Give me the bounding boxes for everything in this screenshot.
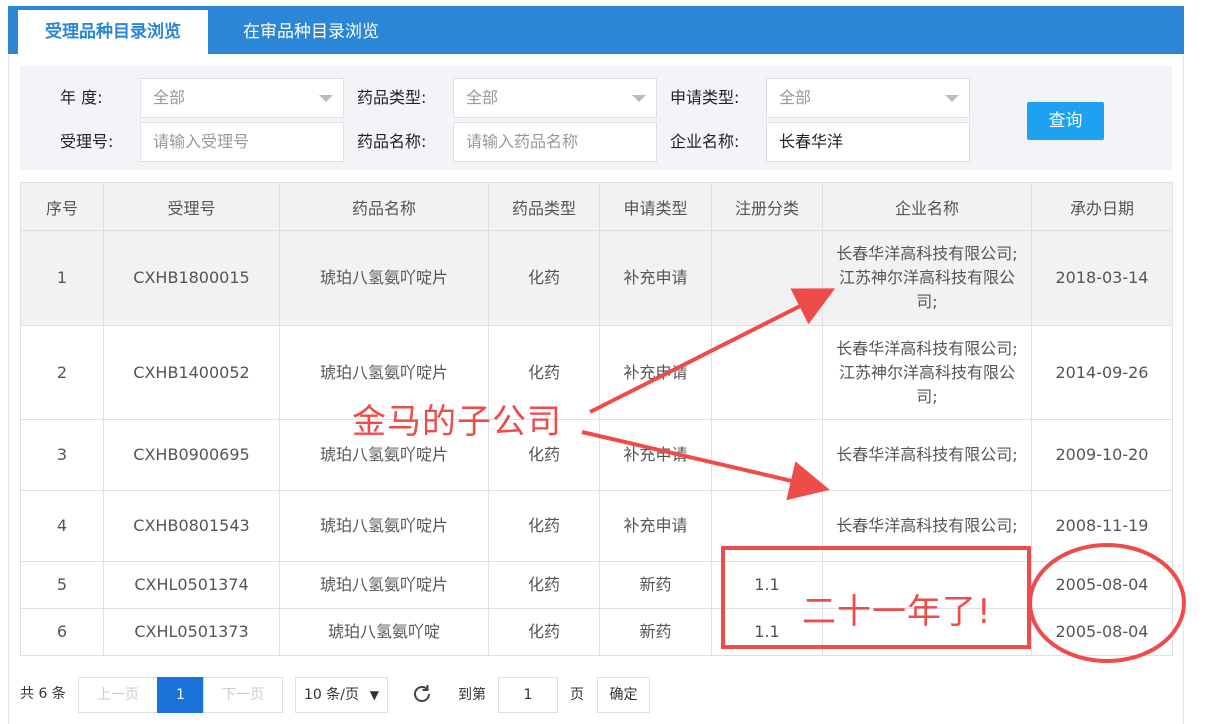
chevron-down-icon [945, 95, 959, 102]
cell-drug-name: 琥珀八氢氨吖啶 [279, 608, 489, 656]
cell-no: 5 [20, 561, 104, 609]
cell-date: 2005-08-04 [1031, 561, 1173, 609]
table-row[interactable]: 1 CXHB1800015 琥珀八氢氨吖啶片 化药 补充申请 长春华洋高科技有限… [20, 230, 1173, 326]
col-header-drug-type: 药品类型 [488, 182, 600, 231]
apply-type-select-value: 全部 [779, 88, 812, 107]
cell-apply-type: 补充申请 [599, 490, 712, 562]
year-select-value: 全部 [153, 88, 186, 107]
cell-date: 2009-10-20 [1031, 419, 1173, 491]
cell-reg-class [711, 419, 823, 491]
annotation-subsidiary: 金马的子公司 [352, 402, 562, 442]
company-input[interactable]: 长春华洋 [766, 122, 970, 162]
col-header-apply-type: 申请类型 [599, 182, 712, 231]
drug-name-input[interactable]: 请输入药品名称 [453, 122, 657, 162]
table-row[interactable]: 4 CXHB0801543 琥珀八氢氨吖啶片 化药 补充申请 长春华洋高科技有限… [20, 490, 1173, 562]
cell-no: 1 [20, 230, 104, 326]
cell-apply-type: 新药 [599, 561, 712, 609]
cell-apply-type: 补充申请 [599, 419, 712, 491]
apply-type-select[interactable]: 全部 [766, 78, 970, 118]
cell-accept-no: CXHB1800015 [103, 230, 280, 326]
cell-no: 3 [20, 419, 104, 491]
col-header-drug-name: 药品名称 [279, 182, 489, 231]
col-header-company: 企业名称 [822, 182, 1032, 231]
goto-label: 到第 [458, 687, 486, 703]
page-size-value: 10 条/页 [304, 687, 359, 703]
year-label: 年 度: [60, 88, 103, 107]
cell-no: 4 [20, 490, 104, 562]
cell-drug-type: 化药 [488, 561, 600, 609]
year-select[interactable]: 全部 [140, 78, 344, 118]
next-page-button[interactable]: 下一页 [203, 677, 283, 713]
query-button[interactable]: 查询 [1027, 102, 1104, 140]
drug-name-label: 药品名称: [357, 132, 427, 151]
cell-apply-type: 补充申请 [599, 230, 712, 326]
table-row[interactable]: 5 CXHL0501374 琥珀八氢氨吖啶片 化药 新药 1.1 2005-08… [20, 561, 1173, 609]
cell-date: 2008-11-19 [1031, 490, 1173, 562]
cell-accept-no: CXHB0900695 [103, 419, 280, 491]
cell-reg-class [711, 325, 823, 420]
total-count: 共 6 条 [20, 686, 66, 702]
page-1-button[interactable]: 1 [157, 677, 204, 713]
cell-date: 2014-09-26 [1031, 325, 1173, 420]
col-header-accept-no: 受理号 [103, 182, 280, 231]
col-header-reg-class: 注册分类 [711, 182, 823, 231]
cell-company: 长春华洋高科技有限公司;江苏神尔洋高科技有限公司; [822, 325, 1032, 420]
chevron-down-icon [319, 95, 333, 102]
cell-drug-name: 琥珀八氢氨吖啶片 [279, 561, 489, 609]
company-label: 企业名称: [670, 132, 740, 151]
goto-confirm-button[interactable]: 确定 [597, 677, 650, 713]
cell-date: 2005-08-04 [1031, 608, 1173, 656]
cell-company: 长春华洋高科技有限公司; [822, 419, 1032, 491]
cell-accept-no: CXHB0801543 [103, 490, 280, 562]
cell-drug-name: 琥珀八氢氨吖啶片 [279, 490, 489, 562]
cell-no: 6 [20, 608, 104, 656]
cell-company: 长春华洋高科技有限公司; [822, 490, 1032, 562]
table-header-row: 序号 受理号 药品名称 药品类型 申请类型 注册分类 企业名称 承办日期 [20, 182, 1173, 231]
drug-type-select[interactable]: 全部 [453, 78, 657, 118]
table-row[interactable]: 6 CXHL0501373 琥珀八氢氨吖啶 化药 新药 1.1 2005-08-… [20, 608, 1173, 656]
cell-accept-no: CXHL0501373 [103, 608, 280, 656]
tab-under-review-catalog[interactable]: 在审品种目录浏览 [216, 10, 406, 54]
cell-reg-class [711, 230, 823, 326]
cell-drug-name: 琥珀八氢氨吖啶片 [279, 230, 489, 326]
page-unit-label: 页 [570, 687, 584, 703]
cell-reg-class [711, 490, 823, 562]
page-size-select[interactable]: 10 条/页 ▼ [295, 677, 388, 713]
goto-page-input[interactable]: 1 [498, 677, 558, 713]
drug-type-label: 药品类型: [357, 88, 427, 107]
cell-drug-type: 化药 [488, 490, 600, 562]
col-header-date: 承办日期 [1031, 182, 1173, 231]
cell-drug-type: 化药 [488, 230, 600, 326]
cell-company: 长春华洋高科技有限公司;江苏神尔洋高科技有限公司; [822, 230, 1032, 326]
cell-apply-type: 补充申请 [599, 325, 712, 420]
cell-apply-type: 新药 [599, 608, 712, 656]
col-header-no: 序号 [20, 182, 104, 231]
tab-accepted-catalog[interactable]: 受理品种目录浏览 [18, 10, 208, 54]
chevron-down-icon [632, 95, 646, 102]
cell-date: 2018-03-14 [1031, 230, 1173, 326]
cell-no: 2 [20, 325, 104, 420]
table-row[interactable]: 3 CXHB0900695 琥珀八氢氨吖啶片 化药 补充申请 长春华洋高科技有限… [20, 419, 1173, 491]
annotation-years: 二十一年了! [802, 592, 992, 632]
cell-accept-no: CXHL0501374 [103, 561, 280, 609]
table-row[interactable]: 2 CXHB1400052 琥珀八氢氨吖啶片 化药 补充申请 长春华洋高科技有限… [20, 325, 1173, 420]
apply-type-label: 申请类型: [670, 88, 740, 107]
cell-drug-type: 化药 [488, 608, 600, 656]
chevron-down-icon: ▼ [369, 688, 379, 702]
drug-type-select-value: 全部 [466, 88, 499, 107]
tab-bar: 受理品种目录浏览 在审品种目录浏览 [8, 6, 1184, 54]
prev-page-button[interactable]: 上一页 [78, 677, 158, 713]
refresh-icon[interactable] [410, 682, 434, 706]
accept-no-label: 受理号: [60, 132, 114, 151]
accept-no-input[interactable]: 请输入受理号 [140, 122, 344, 162]
cell-accept-no: CXHB1400052 [103, 325, 280, 420]
results-table: 序号 受理号 药品名称 药品类型 申请类型 注册分类 企业名称 承办日期 1 C… [20, 182, 1173, 656]
